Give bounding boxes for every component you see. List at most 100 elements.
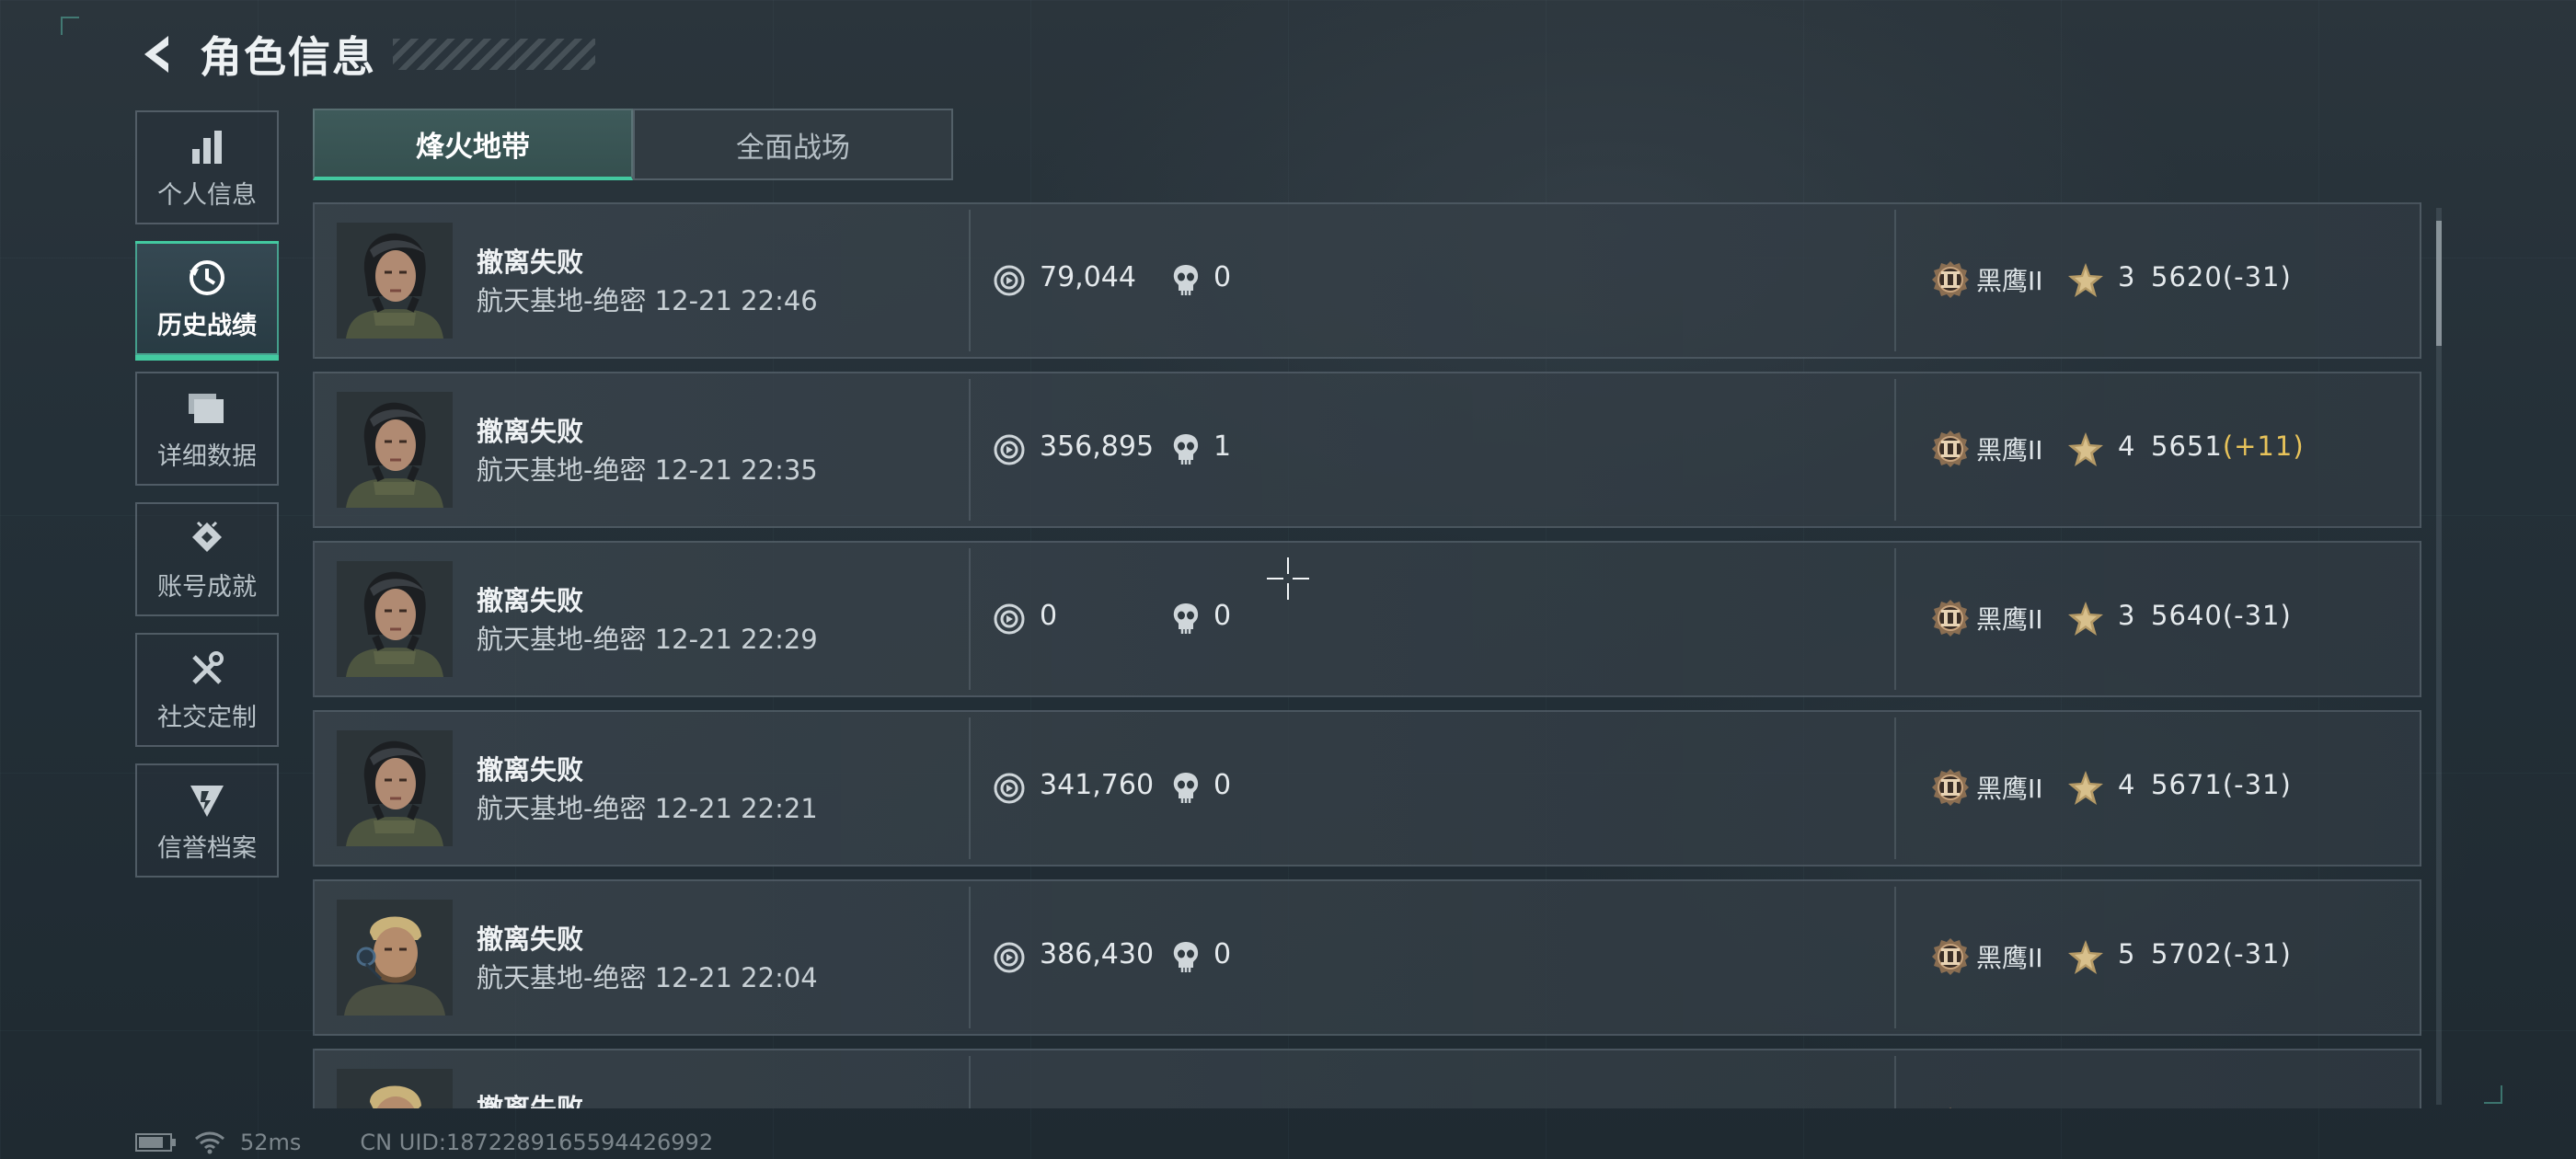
extracted-value: 386,430 bbox=[1040, 938, 1155, 970]
kill-count: 1 bbox=[1213, 430, 1232, 463]
match-row[interactable]: 撤离失败 航天基地-绝密 12-21 22:21 341,760 0 黑鹰II … bbox=[313, 710, 2421, 866]
coin-icon bbox=[994, 265, 1025, 296]
tab-fenghuo-zone[interactable]: 烽火地带 bbox=[313, 109, 633, 180]
kill-count: 0 bbox=[1213, 938, 1232, 970]
match-result: 撤离失败 bbox=[477, 247, 584, 278]
divider bbox=[1894, 1056, 1896, 1108]
divider bbox=[969, 887, 971, 1028]
corner-mark bbox=[61, 17, 79, 35]
star-count: 3 bbox=[2118, 261, 2135, 293]
score-delta: (-31) bbox=[2222, 600, 2292, 631]
star-icon bbox=[2066, 1107, 2105, 1108]
uid-text: CN UID:1872289165594426992 bbox=[360, 1130, 714, 1155]
star-count: 4 bbox=[2118, 769, 2135, 800]
coin-icon bbox=[994, 942, 1025, 973]
operator-avatar bbox=[337, 900, 453, 1016]
score-value: 5702 bbox=[2151, 938, 2223, 970]
sidebar-item-label: 账号成就 bbox=[157, 572, 257, 602]
rank-badge-icon bbox=[1930, 936, 1971, 977]
score-value: 5620 bbox=[2151, 261, 2223, 293]
sidebar-item-achievement[interactable]: 账号成就 bbox=[135, 502, 279, 616]
match-result: 撤离失败 bbox=[477, 754, 584, 786]
rank-badge-icon bbox=[1930, 429, 1971, 469]
divider bbox=[1894, 379, 1896, 521]
rank-score: 5702(-31) bbox=[2151, 938, 2292, 970]
extracted-value: 341,760 bbox=[1040, 769, 1155, 801]
rank-name: 黑鹰II bbox=[1976, 435, 2043, 465]
mode-tabs: 烽火地带 全面战场 bbox=[313, 109, 953, 180]
divider bbox=[1894, 717, 1896, 859]
divider bbox=[969, 717, 971, 859]
rank-badge-icon bbox=[1930, 598, 1971, 638]
star-icon bbox=[2066, 600, 2105, 638]
back-arrow-icon bbox=[144, 36, 168, 73]
rank-name: 黑鹰II bbox=[1976, 266, 2043, 296]
list-scrollbar[interactable] bbox=[2436, 208, 2442, 1105]
rank-name: 黑鹰II bbox=[1976, 943, 2043, 973]
divider bbox=[969, 548, 971, 690]
match-map-time: 航天基地-绝密 12-21 22:35 bbox=[477, 454, 818, 486]
match-row[interactable]: 撤离失败 航天基地-绝密 12-21 22:29 0 0 黑鹰II 3 5640… bbox=[313, 541, 2421, 697]
divider bbox=[1894, 887, 1896, 1028]
rank-score: 5651(+11) bbox=[2151, 430, 2305, 462]
match-row[interactable]: 撤离失败 航天基地-绝密 12-21 22:46 79,044 0 黑鹰II 3… bbox=[313, 202, 2421, 359]
operator-avatar bbox=[337, 730, 453, 846]
score-delta: (-31) bbox=[2222, 261, 2292, 293]
kill-count: 0 bbox=[1213, 261, 1232, 293]
battery-icon bbox=[135, 1133, 176, 1152]
rank-badge-icon bbox=[1930, 1106, 1971, 1108]
corner-mark bbox=[2484, 1085, 2502, 1104]
match-map-time: 航天基地-绝密 12-21 22:04 bbox=[477, 962, 818, 993]
sidebar-item-history[interactable]: 历史战绩 bbox=[135, 241, 279, 361]
skull-icon bbox=[1171, 432, 1201, 465]
folder-stack-icon bbox=[185, 386, 229, 430]
match-row[interactable]: 撤离失败 航天基地-绝密 12-21 22:04 386,430 0 黑鹰II … bbox=[313, 879, 2421, 1036]
match-map-time: 航天基地-绝密 12-21 22:21 bbox=[477, 793, 818, 824]
skull-icon bbox=[1171, 263, 1201, 296]
star-count: 5 bbox=[2118, 938, 2135, 970]
page-title: 角色信息 bbox=[200, 32, 376, 82]
sidebar-item-social[interactable]: 社交定制 bbox=[135, 633, 279, 747]
crosshair-cursor-icon bbox=[1267, 557, 1309, 600]
sidebar-item-label: 历史战绩 bbox=[157, 311, 257, 340]
rank-score: 5620(-31) bbox=[2151, 261, 2292, 293]
rank-badge-icon bbox=[1930, 767, 1971, 808]
extracted-value: 79,044 bbox=[1040, 261, 1136, 293]
kill-count: 0 bbox=[1213, 600, 1232, 632]
match-row[interactable]: 撤离失败 bbox=[313, 1049, 2421, 1108]
skull-icon bbox=[1171, 602, 1201, 635]
sidebar-item-label: 信誉档案 bbox=[157, 833, 257, 863]
back-button[interactable] bbox=[133, 30, 181, 78]
score-value: 5671 bbox=[2151, 769, 2223, 800]
score-delta: (-31) bbox=[2222, 938, 2292, 970]
divider bbox=[969, 1056, 971, 1108]
star-icon bbox=[2066, 430, 2105, 469]
ping-text: 52ms bbox=[240, 1130, 302, 1155]
sidebar-item-credit[interactable]: 信誉档案 bbox=[135, 763, 279, 878]
extracted-value: 356,895 bbox=[1040, 430, 1155, 463]
tools-icon bbox=[185, 648, 229, 692]
sidebar-item-label: 详细数据 bbox=[157, 442, 257, 471]
match-result: 撤离失败 bbox=[477, 585, 584, 616]
bar-chart-icon bbox=[185, 125, 229, 169]
achievement-icon bbox=[185, 517, 229, 561]
extracted-value: 0 bbox=[1040, 600, 1058, 632]
score-value: 5651 bbox=[2151, 430, 2223, 462]
sidebar-item-detail-data[interactable]: 详细数据 bbox=[135, 372, 279, 486]
scroll-thumb[interactable] bbox=[2436, 221, 2442, 346]
credit-shield-icon bbox=[185, 778, 229, 822]
match-result: 撤离失败 bbox=[477, 1093, 584, 1108]
divider bbox=[1894, 210, 1896, 351]
wifi-icon bbox=[195, 1131, 224, 1154]
sidebar-item-personal-info[interactable]: 个人信息 bbox=[135, 110, 279, 224]
title-decoration bbox=[393, 39, 595, 70]
sidebar-item-label: 个人信息 bbox=[157, 180, 257, 210]
rank-name: 黑鹰II bbox=[1976, 604, 2043, 635]
star-count: 3 bbox=[2118, 600, 2135, 631]
status-bar: 52ms CN UID:1872289165594426992 bbox=[135, 1130, 726, 1155]
tab-full-battlefield[interactable]: 全面战场 bbox=[633, 109, 953, 180]
match-map-time: 航天基地-绝密 12-21 22:29 bbox=[477, 624, 818, 655]
kill-count: 0 bbox=[1213, 769, 1232, 801]
match-row[interactable]: 撤离失败 航天基地-绝密 12-21 22:35 356,895 1 黑鹰II … bbox=[313, 372, 2421, 528]
rank-badge-icon bbox=[1930, 259, 1971, 300]
